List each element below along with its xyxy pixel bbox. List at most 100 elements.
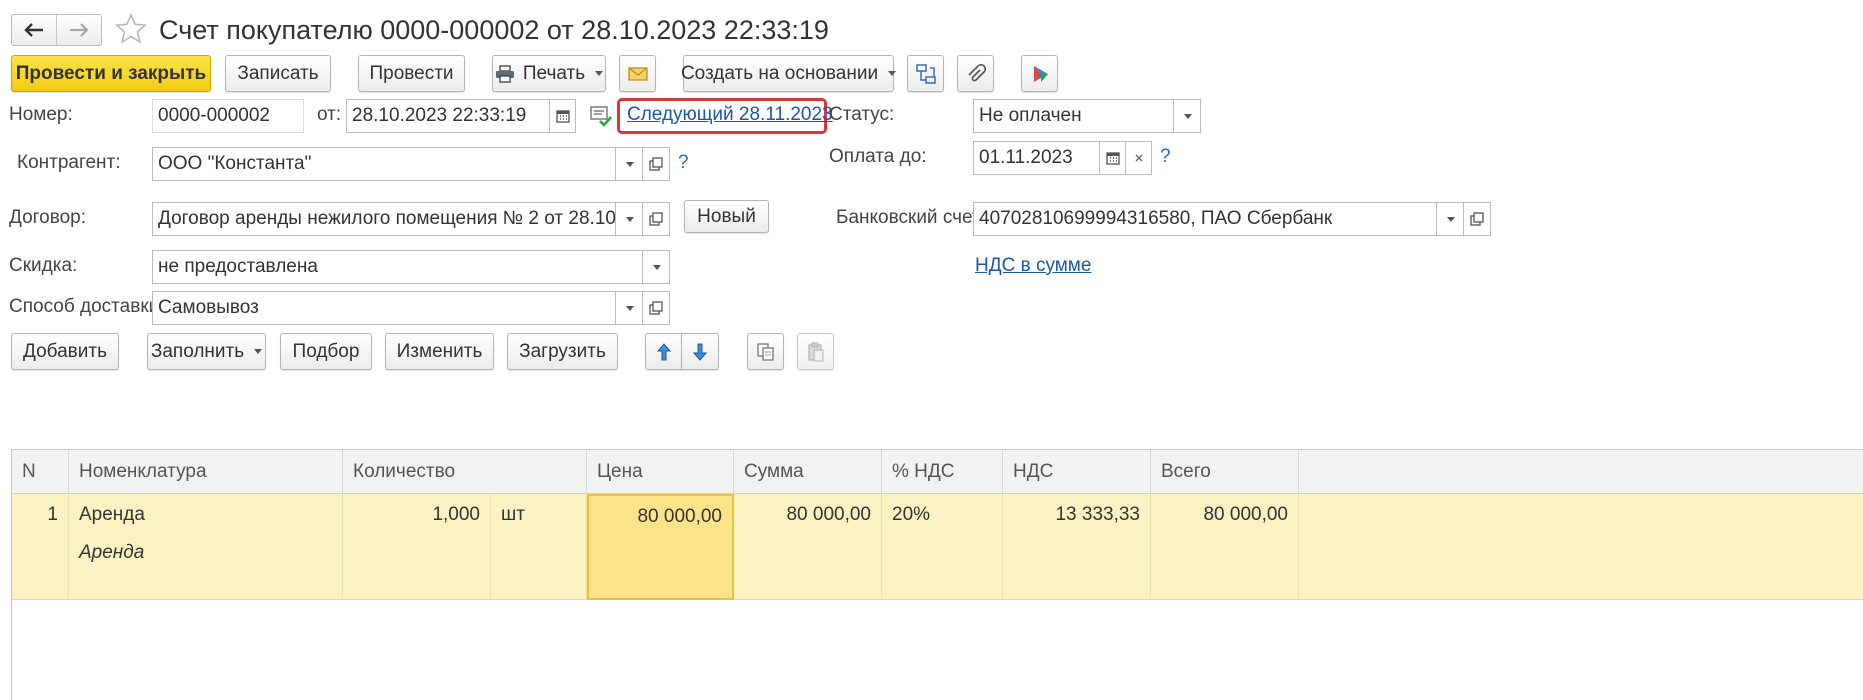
load-button[interactable]: Загрузить [507, 333, 618, 370]
discount-field[interactable]: не предоставлена [152, 250, 643, 284]
move-up-button[interactable] [645, 333, 682, 370]
delivery-open-button[interactable] [642, 291, 670, 325]
status-dropdown-button[interactable] [1173, 99, 1201, 133]
chevron-down-icon [626, 216, 634, 222]
fill-label: Заполнить [150, 340, 245, 362]
chevron-down-icon [254, 349, 263, 354]
chevron-down-icon [626, 305, 634, 311]
column-header-item[interactable]: Номенклатура [69, 450, 343, 494]
counterparty-open-button[interactable] [642, 147, 670, 181]
vat-in-sum-link[interactable]: НДС в сумме [975, 254, 1091, 278]
column-header-n[interactable]: N [12, 450, 69, 494]
posted-document-icon [589, 104, 613, 128]
chevron-down-icon [626, 161, 634, 167]
forward-arrow-icon[interactable] [57, 15, 101, 45]
bank-account-dropdown-button[interactable] [1436, 202, 1464, 236]
cell-sum[interactable]: 80 000,00 [734, 494, 882, 600]
contract-dropdown-button[interactable] [615, 202, 643, 236]
arrow-down-icon [693, 343, 707, 361]
chevron-down-icon [653, 264, 661, 270]
cell-unit[interactable]: шт [491, 494, 587, 600]
item-content: Аренда [79, 542, 145, 563]
cell-quantity[interactable]: 1,000 [343, 494, 491, 600]
chevron-down-icon [888, 71, 897, 76]
print-label: Печать [522, 62, 586, 84]
bank-account-label: Банковский счет: [836, 207, 986, 228]
counterparty-help-icon[interactable]: ? [678, 151, 689, 175]
save-button[interactable]: Записать [225, 55, 331, 92]
structure-button[interactable] [907, 55, 944, 92]
column-header-vat[interactable]: НДС [1003, 450, 1151, 494]
copy-icon [756, 342, 776, 362]
cell-item[interactable]: Аренда Аренда [69, 494, 343, 600]
copy-rows-button[interactable] [747, 333, 784, 370]
post-button[interactable]: Провести [358, 55, 465, 92]
back-arrow-icon[interactable] [12, 15, 57, 45]
column-header-sum[interactable]: Сумма [734, 450, 882, 494]
envelope-icon [627, 66, 648, 81]
move-down-button[interactable] [681, 333, 719, 370]
arrow-up-icon [656, 342, 671, 361]
play-icon [1030, 64, 1050, 84]
cell-total[interactable]: 80 000,00 [1151, 494, 1299, 600]
pick-button[interactable]: Подбор [280, 333, 372, 370]
close-icon [1134, 153, 1144, 163]
discount-label: Скидка: [9, 255, 78, 276]
contract-label: Договор: [9, 207, 87, 228]
pay-until-help-icon[interactable]: ? [1160, 145, 1171, 169]
page-title: Счет покупателю 0000-000002 от 28.10.202… [159, 15, 829, 45]
contract-open-button[interactable] [642, 202, 670, 236]
open-form-icon [649, 301, 663, 315]
structure-icon [915, 63, 937, 85]
nav-group [11, 14, 102, 46]
calendar-button[interactable] [549, 99, 576, 133]
add-row-button[interactable]: Добавить [11, 333, 119, 370]
pay-until-field[interactable]: 01.11.2023 [973, 141, 1100, 175]
cell-price[interactable]: 80 000,00 [587, 494, 734, 600]
email-button[interactable] [619, 55, 656, 92]
change-button[interactable]: Изменить [385, 333, 494, 370]
paperclip-icon [966, 63, 986, 84]
column-header-price[interactable]: Цена [587, 450, 734, 494]
number-field[interactable]: 0000-000002 [152, 99, 304, 133]
bank-account-field[interactable]: 40702810699994316580, ПАО Сбербанк [973, 202, 1437, 236]
cell-filler [1299, 494, 1863, 600]
post-and-close-button[interactable]: Провести и закрыть [11, 55, 211, 92]
status-field[interactable]: Не оплачен [973, 99, 1174, 133]
cell-n[interactable]: 1 [12, 494, 69, 600]
chevron-down-icon [1184, 113, 1192, 119]
chevron-down-icon [595, 71, 604, 76]
delivery-field[interactable]: Самовывоз [152, 291, 616, 325]
cell-vat[interactable]: 13 333,33 [1003, 494, 1151, 600]
discount-dropdown-button[interactable] [642, 250, 670, 284]
column-header-filler [1299, 450, 1863, 494]
pay-until-clear-button[interactable] [1125, 141, 1152, 175]
column-header-vat-rate[interactable]: % НДС [882, 450, 1003, 494]
bank-account-open-button[interactable] [1463, 202, 1491, 236]
counterparty-field[interactable]: ООО "Константа" [152, 147, 616, 181]
open-form-icon [1470, 212, 1484, 226]
paste-rows-button[interactable] [797, 333, 834, 370]
pay-until-label: Оплата до: [829, 146, 927, 167]
new-contract-button[interactable]: Новый [684, 200, 769, 233]
printer-icon [495, 64, 515, 83]
print-button[interactable]: Печать [492, 55, 606, 92]
column-header-total[interactable]: Всего [1151, 450, 1299, 494]
create-based-on-button[interactable]: Создать на основании [680, 55, 897, 92]
date-field[interactable]: 28.10.2023 22:33:19 [346, 99, 550, 133]
next-document-link[interactable]: Следующий 28.11.2023 [627, 103, 833, 127]
goods-table: N Номенклатура Количество Цена Сумма % Н… [11, 449, 1863, 700]
pay-until-calendar-button[interactable] [1099, 141, 1126, 175]
edo-button[interactable] [1021, 55, 1058, 92]
counterparty-label: Контрагент: [17, 152, 121, 173]
delivery-dropdown-button[interactable] [615, 291, 643, 325]
column-header-quantity[interactable]: Количество [343, 450, 587, 494]
counterparty-dropdown-button[interactable] [615, 147, 643, 181]
cell-vat-rate[interactable]: 20% [882, 494, 1003, 600]
star-icon[interactable] [114, 12, 148, 46]
create-based-on-label: Создать на основании [680, 62, 879, 84]
paste-icon [806, 342, 826, 362]
fill-button[interactable]: Заполнить [147, 333, 266, 370]
contract-field[interactable]: Договор аренды нежилого помещения № 2 от… [152, 202, 616, 236]
attach-button[interactable] [957, 55, 994, 92]
